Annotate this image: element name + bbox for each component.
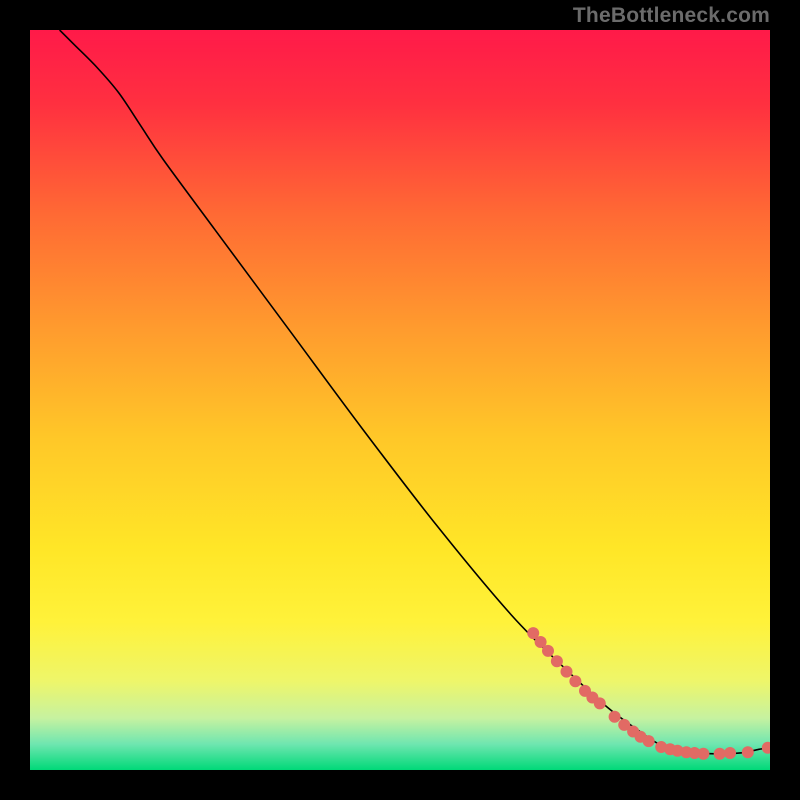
chart-background (30, 30, 770, 770)
highlight-point (697, 748, 709, 760)
highlight-point (742, 746, 754, 758)
highlight-point (542, 645, 554, 657)
highlight-point (643, 735, 655, 747)
highlight-point (561, 666, 573, 678)
highlight-point (594, 697, 606, 709)
watermark-text: TheBottleneck.com (573, 4, 770, 28)
highlight-point (724, 747, 736, 759)
chart-plot-area (30, 30, 770, 770)
highlight-point (551, 655, 563, 667)
chart-stage: TheBottleneck.com (0, 0, 800, 800)
highlight-point (714, 748, 726, 760)
chart-svg (30, 30, 770, 770)
highlight-point (569, 675, 581, 687)
highlight-point (609, 711, 621, 723)
